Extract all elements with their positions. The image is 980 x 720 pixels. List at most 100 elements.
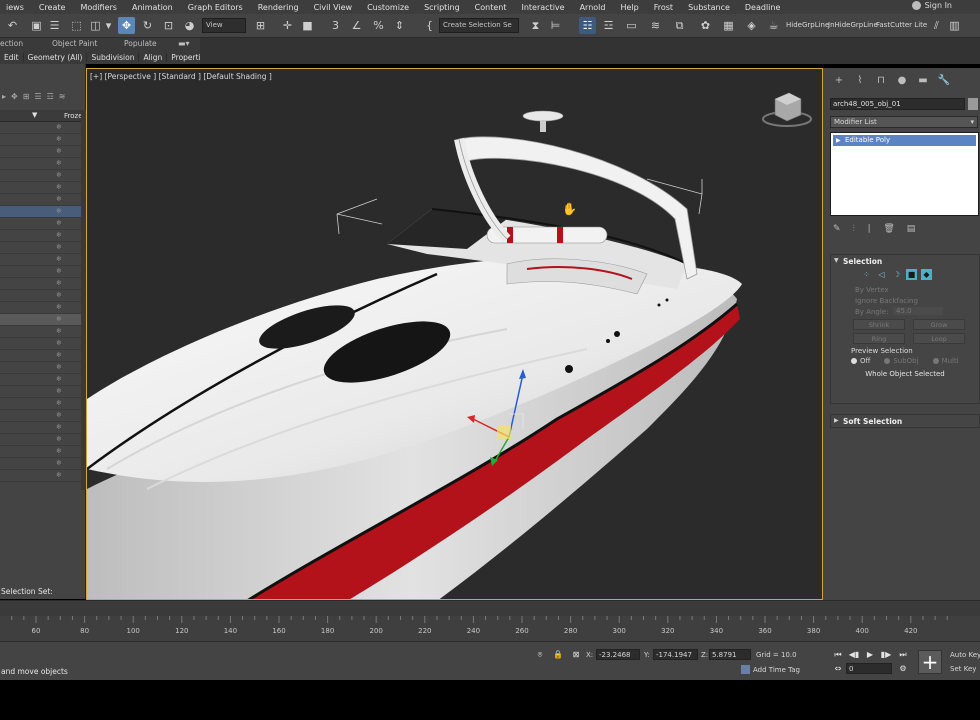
expand-triangle-icon[interactable]: ▶ bbox=[836, 135, 841, 146]
freeze-icon[interactable]: ❄ bbox=[56, 171, 62, 179]
mirror-icon[interactable]: ⧗ bbox=[527, 17, 544, 34]
menu-content[interactable]: Content bbox=[469, 3, 516, 12]
list-item[interactable]: ❄ bbox=[0, 470, 81, 482]
hierarchy-tab-icon[interactable]: ⊓ bbox=[873, 74, 889, 88]
list-item[interactable]: ❄ bbox=[0, 290, 81, 302]
configure-sets-icon[interactable]: ▤ bbox=[907, 224, 916, 234]
vertex-icon[interactable]: ⁘ bbox=[861, 269, 872, 280]
utilities-tab-icon[interactable]: 🔧 bbox=[936, 74, 952, 88]
list-item[interactable]: ❄ bbox=[0, 374, 81, 386]
list-item[interactable]: ❄ bbox=[0, 266, 81, 278]
add-time-tag-button[interactable]: Add Time Tag bbox=[741, 665, 800, 674]
stack-item-editable-poly[interactable]: ▶ Editable Poly bbox=[833, 135, 976, 146]
freeze-icon[interactable]: ❄ bbox=[56, 183, 62, 191]
menu-rendering[interactable]: Rendering bbox=[252, 3, 308, 12]
menu-modifiers[interactable]: Modifiers bbox=[74, 3, 126, 12]
freeze-icon[interactable]: ❄ bbox=[56, 123, 62, 131]
freeze-icon[interactable]: ❄ bbox=[56, 411, 62, 419]
ribbon-toggle-icon[interactable]: ▬▾ bbox=[178, 39, 190, 48]
graph-icon[interactable]: ⫽ bbox=[928, 17, 945, 34]
rotate-icon[interactable]: ↻ bbox=[139, 17, 156, 34]
modifier-list-dropdown[interactable]: Modifier List ▾ bbox=[830, 116, 978, 128]
filter-icon[interactable]: ▸ bbox=[2, 92, 6, 106]
list-item[interactable]: ❄ bbox=[0, 410, 81, 422]
reference-coordinate-dropdown[interactable]: View bbox=[202, 18, 246, 33]
element-icon[interactable]: ◆ bbox=[921, 269, 932, 280]
list-item[interactable]: ❄ bbox=[0, 302, 81, 314]
freeze-icon[interactable]: ❄ bbox=[56, 375, 62, 383]
freeze-icon[interactable]: ❄ bbox=[56, 231, 62, 239]
polygon-icon[interactable]: ■ bbox=[906, 269, 917, 280]
schematic-view-icon[interactable]: ⧉ bbox=[671, 17, 688, 34]
preview-multi-radio[interactable]: Multi bbox=[932, 357, 959, 365]
next-frame-icon[interactable]: ▮▶ bbox=[880, 649, 892, 661]
display-helpers-icon[interactable]: ☰ bbox=[34, 92, 41, 106]
x-coordinate-field[interactable]: -23.2468 bbox=[596, 649, 640, 660]
menu-help[interactable]: Help bbox=[614, 3, 647, 12]
layer-explorer-icon[interactable]: ☲ bbox=[600, 17, 617, 34]
list-item[interactable]: ❄ bbox=[0, 134, 81, 146]
list-item[interactable]: ❄ bbox=[0, 386, 81, 398]
align-icon[interactable]: ⊨ bbox=[547, 17, 564, 34]
freeze-icon[interactable]: ❄ bbox=[56, 147, 62, 155]
play-icon[interactable]: ▶ bbox=[864, 649, 876, 661]
perspective-viewport[interactable]: [+] [Perspective ] [Standard ] [Default … bbox=[86, 68, 823, 600]
list-item[interactable]: ❄ bbox=[0, 326, 81, 338]
list-item[interactable]: ❄ bbox=[0, 182, 81, 194]
freeze-icon[interactable]: ❄ bbox=[56, 363, 62, 371]
pin-stack-icon[interactable]: ✎ bbox=[833, 224, 841, 234]
freeze-icon[interactable]: ❄ bbox=[56, 447, 62, 455]
object-name-field[interactable]: arch48_005_obj_01 bbox=[830, 98, 965, 110]
time-slider[interactable] bbox=[0, 600, 980, 616]
list-item[interactable]: ❄ bbox=[0, 434, 81, 446]
list-item[interactable]: ❄ bbox=[0, 170, 81, 182]
ribbon-align[interactable]: Align bbox=[139, 52, 168, 62]
freeze-icon[interactable]: ❄ bbox=[56, 387, 62, 395]
y-coordinate-field[interactable]: -174.1947 bbox=[653, 649, 698, 660]
freeze-icon[interactable]: ❄ bbox=[56, 303, 62, 311]
list-item[interactable]: ❄ bbox=[0, 158, 81, 170]
render-frame-icon[interactable]: ◈ bbox=[743, 17, 760, 34]
pivot-icon[interactable]: ⊞ bbox=[252, 17, 269, 34]
menu-create[interactable]: Create bbox=[33, 3, 75, 12]
absolute-mode-icon[interactable]: ⊠ bbox=[570, 649, 582, 661]
list-item[interactable]: ❄ bbox=[0, 338, 81, 350]
snap-toggle-icon[interactable]: 3 bbox=[327, 17, 344, 34]
preview-subobj-radio[interactable]: SubObj bbox=[884, 357, 919, 365]
percent-snap-icon[interactable]: % bbox=[370, 17, 387, 34]
list-item[interactable]: ❄ bbox=[0, 218, 81, 230]
sign-in-button[interactable]: Sign In bbox=[911, 1, 952, 10]
freeze-icon[interactable]: ❄ bbox=[56, 399, 62, 407]
ribbon-tab-object-paint[interactable]: Object Paint bbox=[52, 39, 97, 48]
undo-icon[interactable]: ↶ bbox=[4, 17, 21, 34]
freeze-icon[interactable]: ❄ bbox=[56, 471, 62, 479]
soft-selection-rollout-header[interactable]: ▶ Soft Selection bbox=[831, 415, 979, 429]
timeline-ruler[interactable]: 60 80 100 120 140 160 180 200 220 240 260 280 300 320… bbox=[0, 616, 980, 642]
list-item[interactable]: ❄ bbox=[0, 350, 81, 362]
select-by-name-icon[interactable]: ☰ bbox=[46, 17, 63, 34]
freeze-icon[interactable]: ❄ bbox=[56, 279, 62, 287]
list-item[interactable]: ❄ bbox=[0, 206, 81, 218]
hidegrpline-button[interactable]: HideGrpLine bbox=[786, 21, 829, 29]
render-production-icon[interactable]: ☕ bbox=[765, 17, 782, 34]
current-frame-field[interactable]: 0 bbox=[846, 663, 892, 674]
toggle-ribbon-icon[interactable]: ▭ bbox=[623, 17, 640, 34]
layers-icon[interactable]: ≋ bbox=[59, 92, 66, 106]
freeze-icon[interactable]: ❄ bbox=[56, 339, 62, 347]
freeze-icon[interactable]: ❄ bbox=[56, 219, 62, 227]
ribbon-tab-modeling[interactable]: ection bbox=[0, 39, 23, 48]
list-item[interactable]: ❄ bbox=[0, 254, 81, 266]
set-key-button[interactable]: Set Key bbox=[950, 665, 976, 673]
list-item[interactable]: ❄ bbox=[0, 362, 81, 374]
remove-modifier-icon[interactable]: 🗑 bbox=[883, 224, 894, 234]
menu-views[interactable]: iews bbox=[0, 3, 33, 12]
menu-civil-view[interactable]: Civil View bbox=[308, 3, 362, 12]
list-item-selected[interactable]: ❄ bbox=[0, 314, 81, 326]
freeze-icon[interactable]: ❄ bbox=[56, 327, 62, 335]
set-keys-icon[interactable]: + bbox=[918, 650, 942, 674]
keyboard-shortcut-icon[interactable]: ■ bbox=[299, 17, 316, 34]
select-object-icon[interactable]: ▣ bbox=[28, 17, 45, 34]
freeze-icon[interactable]: ❄ bbox=[56, 351, 62, 359]
move-icon[interactable]: ✥ bbox=[118, 17, 135, 34]
freeze-icon[interactable]: ❄ bbox=[56, 459, 62, 467]
